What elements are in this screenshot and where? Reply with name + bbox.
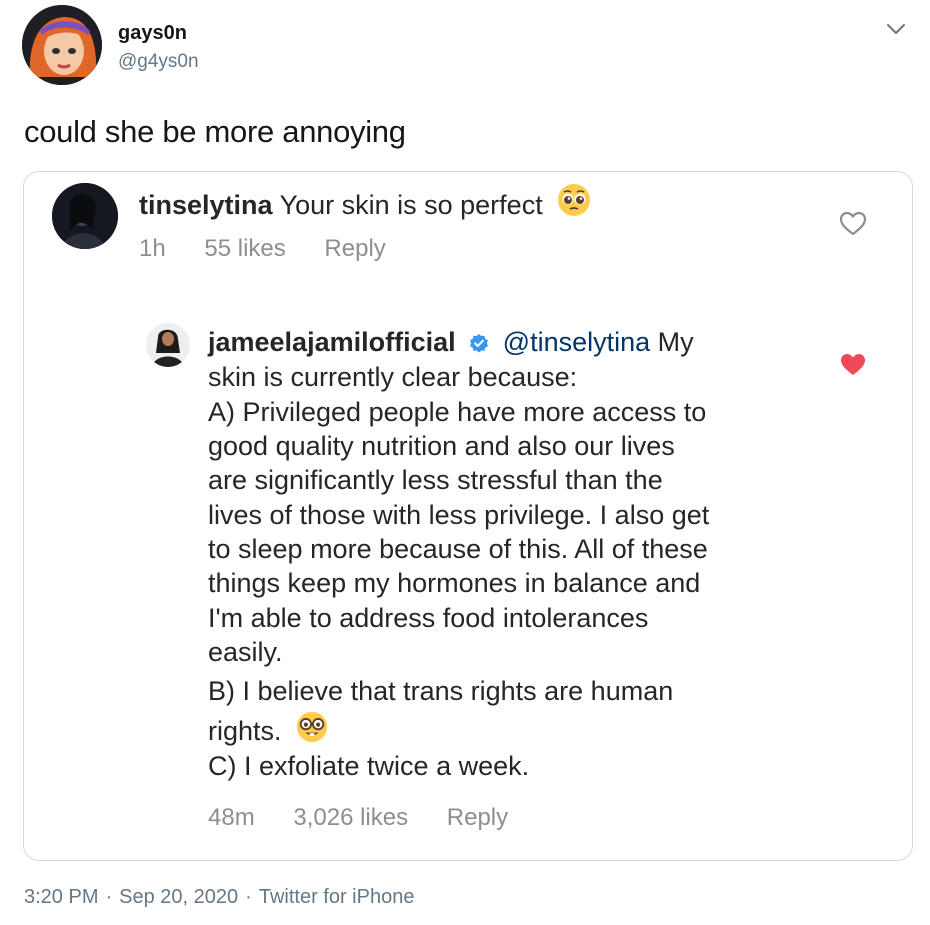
reply-text-line: C) I exfoliate twice a week. bbox=[208, 751, 530, 781]
profile-photo-icon bbox=[52, 183, 118, 249]
reply-text-line: to sleep more because of this. All of th… bbox=[208, 534, 708, 564]
separator: · bbox=[245, 886, 252, 908]
nerd-face-emoji bbox=[296, 711, 328, 743]
timestamp-source[interactable]: Twitter for iPhone bbox=[259, 886, 415, 908]
comment-text: Your skin is so perfect bbox=[279, 190, 543, 220]
reply-text-line: skin is currently clear because: bbox=[208, 362, 578, 392]
avatar[interactable] bbox=[22, 5, 102, 85]
tweet-text: could she be more annoying bbox=[24, 114, 406, 149]
reply-text-line: A) Privileged people have more access to bbox=[208, 397, 707, 427]
reply-text-line: My bbox=[657, 327, 694, 357]
comment-row: tinselytina Your skin is so perfect bbox=[139, 182, 592, 221]
comment-avatar bbox=[52, 183, 118, 249]
separator: · bbox=[105, 886, 113, 908]
pleading-face-emoji bbox=[558, 184, 591, 216]
reply-button[interactable]: Reply bbox=[447, 804, 508, 831]
comment-meta: 1h 55 likes Reply bbox=[139, 235, 418, 263]
reply-time: 48m bbox=[208, 804, 255, 831]
author-display-name[interactable]: gays0n bbox=[118, 22, 187, 45]
timestamp-date[interactable]: Sep 20, 2020 bbox=[119, 886, 238, 908]
timestamp-time[interactable]: 3:20 PM bbox=[24, 886, 98, 908]
reply-likes[interactable]: 3,026 likes bbox=[293, 804, 408, 831]
tweet-timestamp: 3:20 PM · Sep 20, 2020 · Twitter for iPhone bbox=[24, 886, 421, 909]
reply-first-line: jameelajamilofficial @tinselytina My bbox=[208, 327, 694, 358]
chevron-down-icon[interactable] bbox=[885, 18, 907, 40]
cartoon-avatar-icon bbox=[22, 5, 102, 85]
reply-avatar bbox=[146, 323, 190, 367]
reply-text-line: lives of those with less privilege. I al… bbox=[208, 500, 710, 530]
heart-filled-icon[interactable] bbox=[839, 352, 867, 378]
reply-text-line: B) I believe that trans rights are human bbox=[208, 676, 674, 706]
profile-photo-icon bbox=[146, 323, 190, 367]
comment-username[interactable]: tinselytina bbox=[139, 190, 273, 220]
author-handle[interactable]: @g4ys0n bbox=[118, 51, 199, 73]
reply-text-line: things keep my hormones in balance and bbox=[208, 568, 701, 598]
reply-meta: 48m 3,026 likes Reply bbox=[208, 804, 540, 832]
reply-text-line: are significantly less stressful than th… bbox=[208, 465, 663, 495]
reply-mention[interactable]: @tinselytina bbox=[503, 327, 650, 357]
comment-likes[interactable]: 55 likes bbox=[204, 235, 285, 262]
reply-text-line: I'm able to address food intolerances bbox=[208, 603, 649, 633]
reply-text-line-with-emoji: rights. bbox=[208, 710, 329, 747]
reply-button[interactable]: Reply bbox=[324, 235, 385, 262]
reply-text-line: good quality nutrition and also our live… bbox=[208, 431, 675, 461]
reply-text-line: rights. bbox=[208, 716, 282, 746]
comment-time: 1h bbox=[139, 235, 166, 262]
heart-outline-icon[interactable] bbox=[839, 211, 867, 237]
verified-badge-icon bbox=[470, 334, 489, 353]
reply-username[interactable]: jameelajamilofficial bbox=[208, 327, 456, 357]
embedded-screenshot[interactable]: tinselytina Your skin is so perfect 1h 5… bbox=[23, 171, 913, 861]
reply-text-line: easily. bbox=[208, 637, 283, 667]
